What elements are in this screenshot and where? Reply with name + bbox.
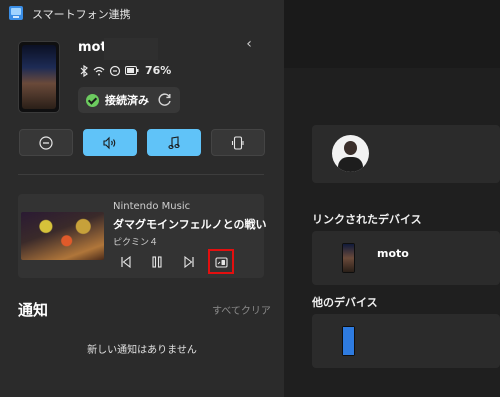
linked-device-name: moto [377, 247, 409, 260]
device-status-row: 76% [79, 64, 171, 77]
battery-icon [125, 66, 139, 75]
device-name-overflow [104, 38, 158, 60]
main-content-area: リンクされたデバイス moto 他のデバイス [284, 0, 500, 397]
audio-player-button[interactable] [147, 129, 201, 156]
phone-link-app-icon [9, 6, 23, 20]
next-track-button[interactable] [180, 253, 198, 271]
bluetooth-icon [80, 64, 88, 77]
highlight-box [208, 249, 234, 274]
volume-icon [103, 136, 116, 149]
connection-status-label: 接続済み [105, 94, 149, 107]
wifi-icon [93, 66, 105, 75]
phone-image [18, 41, 60, 113]
do-not-disturb-button[interactable] [19, 129, 73, 156]
account-card[interactable] [312, 125, 500, 183]
phone-link-window: スマートフォン連携 moto ‹ 76% 接続済み Nintendo Music… [0, 0, 500, 397]
music-note-icon [168, 135, 180, 149]
pause-button[interactable] [148, 253, 166, 271]
previous-track-icon [121, 256, 131, 268]
app-title: スマートフォン連携 [32, 8, 131, 21]
volume-button[interactable] [83, 129, 137, 156]
linked-devices-heading: リンクされたデバイス [312, 213, 422, 226]
media-track-title: ダマグモインフェルノとの戦い [113, 218, 267, 231]
do-not-disturb-icon [39, 135, 53, 150]
avatar [332, 135, 369, 172]
phone-vibrate-icon [231, 135, 244, 150]
other-devices-heading: 他のデバイス [312, 296, 378, 309]
blue-phone-thumbnail-icon [342, 326, 355, 356]
phone-thumbnail-icon [342, 243, 355, 273]
previous-track-button[interactable] [117, 253, 135, 271]
check-circle-icon [86, 93, 99, 107]
device-flyout-panel: スマートフォン連携 moto ‹ 76% 接続済み Nintendo Music… [0, 0, 284, 397]
linked-device-card[interactable]: moto [312, 231, 500, 285]
notifications-heading: 通知 [18, 301, 49, 319]
battery-percentage: 76% [145, 64, 172, 77]
refresh-icon[interactable] [156, 91, 174, 109]
media-app-name: Nintendo Music [113, 201, 191, 212]
media-track-artist: ピクミン４ [113, 238, 159, 248]
title-bar: スマートフォン連携 [0, 0, 284, 26]
phone-vibrate-button[interactable] [211, 129, 265, 156]
collapse-chevron-icon[interactable]: ‹ [242, 36, 256, 52]
clear-all-link[interactable]: すべてクリア [212, 302, 271, 317]
main-header-region [284, 0, 500, 68]
album-art-image [21, 212, 104, 260]
section-divider [18, 174, 264, 175]
next-track-icon [184, 256, 194, 268]
no-notifications-message: 新しい通知はありません [87, 345, 197, 356]
other-device-card[interactable] [312, 314, 500, 368]
battery-saver-icon [109, 65, 121, 76]
pause-icon [152, 256, 162, 268]
